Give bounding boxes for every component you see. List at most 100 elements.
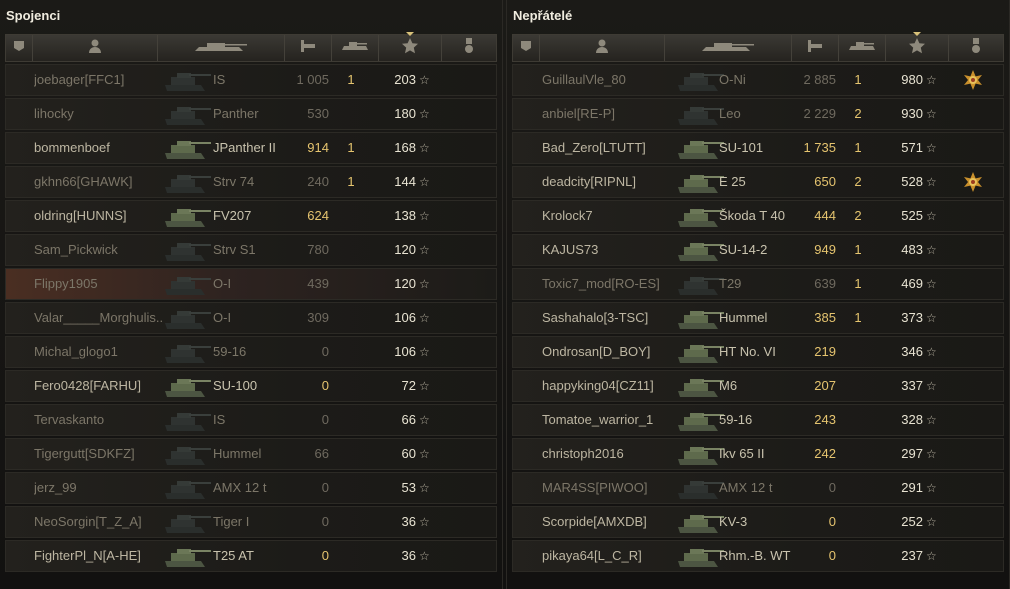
player-row[interactable]: Tervaskanto IS 0 66 ☆ xyxy=(5,404,497,436)
player-row[interactable]: Flippy1905 O-I 439 120 ☆ xyxy=(5,268,497,300)
vehicle-name: 59-16 xyxy=(213,344,247,359)
player-row[interactable]: Tigergutt[SDKFZ] Hummel 66 60 ☆ xyxy=(5,438,497,470)
enemies-title: Nepřátelé xyxy=(513,8,573,23)
player-row[interactable]: happyking04[CZ11] M6 207 337 ☆ xyxy=(512,370,1004,402)
star-icon: ☆ xyxy=(419,481,430,495)
player-row[interactable]: FighterPl_N[A-HE] T25 AT 0 36 ☆ xyxy=(5,540,497,572)
player-row[interactable]: bommenboef JPanther II 914 1 168 ☆ xyxy=(5,132,497,164)
vehicle-name: SU-101 xyxy=(719,140,764,155)
player-row[interactable]: oldring[HUNNS] FV207 624 138 ☆ xyxy=(5,200,497,232)
star-icon: ☆ xyxy=(419,141,430,155)
tank-icon xyxy=(161,271,213,297)
player-row[interactable]: NeoSorgin[T_Z_A] Tiger I 0 36 ☆ xyxy=(5,506,497,538)
damage-value: 624 xyxy=(307,208,329,223)
damage-value: 439 xyxy=(307,276,329,291)
damage-value: 242 xyxy=(814,446,836,461)
sort-damage-button[interactable] xyxy=(792,35,839,61)
vehicle-name: O-Ni xyxy=(719,72,746,87)
tank-icon xyxy=(161,101,213,127)
sort-kills-button[interactable] xyxy=(839,35,886,61)
vehicle-name: Hummel xyxy=(213,446,262,461)
player-row[interactable]: joebager[FFC1] IS 1 005 1 203 ☆ xyxy=(5,64,497,96)
sort-medal-button[interactable] xyxy=(949,35,1003,61)
damage-value: 240 xyxy=(307,174,329,189)
xp-value: 571 xyxy=(901,140,923,155)
damage-value: 650 xyxy=(814,174,836,189)
enemies-player-list: GuillaulVle_80 O-Ni 2 885 1 980 ☆ anbiel[RE-P]… xyxy=(512,64,1004,574)
star-icon: ☆ xyxy=(926,311,937,325)
player-icon xyxy=(596,39,608,58)
sort-vehicle-button[interactable] xyxy=(158,35,285,61)
medal-icon[interactable] xyxy=(963,172,983,192)
kills-icon xyxy=(341,39,369,57)
sort-player-button[interactable] xyxy=(33,35,158,61)
vehicle-name: AMX 12 t xyxy=(213,480,267,495)
player-row[interactable]: Fero0428[FARHU] SU-100 0 72 ☆ xyxy=(5,370,497,402)
star-icon: ☆ xyxy=(419,73,430,87)
player-row[interactable]: Tomatoe_warrior_1 59-16 243 328 ☆ xyxy=(512,404,1004,436)
kills-value: 1 xyxy=(347,72,355,87)
player-row[interactable]: MAR4SS[PIWOO] AMX 12 t 0 291 ☆ xyxy=(512,472,1004,504)
star-icon: ☆ xyxy=(926,481,937,495)
damage-value: 0 xyxy=(321,412,329,427)
player-row[interactable]: Sam_Pickwick Strv S1 780 120 ☆ xyxy=(5,234,497,266)
kills-value: 1 xyxy=(347,174,355,189)
star-icon: ☆ xyxy=(419,209,430,223)
sort-medal-button[interactable] xyxy=(442,35,496,61)
xp-value: 203 xyxy=(394,72,416,87)
player-row[interactable]: Michal_glogo1 59-16 0 106 ☆ xyxy=(5,336,497,368)
damage-value: 309 xyxy=(307,310,329,325)
player-row[interactable]: Krolock7 Škoda T 40 444 2 525 ☆ xyxy=(512,200,1004,232)
star-icon: ☆ xyxy=(926,515,937,529)
sort-xp-button[interactable] xyxy=(379,32,442,61)
sort-xp-button[interactable] xyxy=(886,32,949,61)
damage-value: 0 xyxy=(828,480,836,495)
player-row[interactable]: gkhn66[GHAWK] Strv 74 240 1 144 ☆ xyxy=(5,166,497,198)
player-row[interactable]: Valar_____Morghulis.. O-I 309 106 ☆ xyxy=(5,302,497,334)
tank-icon xyxy=(161,373,213,399)
sort-vehicle-button[interactable] xyxy=(665,35,792,61)
vehicle-name: IS xyxy=(213,412,226,427)
vehicle-name: E 25 xyxy=(719,174,746,189)
vehicle-name: O-I xyxy=(213,310,232,325)
tank-icon xyxy=(193,39,249,58)
xp-value: 291 xyxy=(901,480,923,495)
damage-value: 949 xyxy=(814,242,836,257)
player-row[interactable]: Toxic7_mod[RO-ES] T29 639 1 469 ☆ xyxy=(512,268,1004,300)
player-row[interactable]: Bad_Zero[LTUTT] SU-101 1 735 1 571 ☆ xyxy=(512,132,1004,164)
sort-damage-button[interactable] xyxy=(285,35,332,61)
damage-value: 0 xyxy=(828,514,836,529)
vehicle-name: Strv S1 xyxy=(213,242,256,257)
star-icon: ☆ xyxy=(926,447,937,461)
xp-value: 120 xyxy=(394,242,416,257)
sort-squad-button[interactable] xyxy=(6,35,33,61)
damage-value: 2 229 xyxy=(803,106,836,121)
kills-value: 2 xyxy=(854,208,862,223)
damage-value: 243 xyxy=(814,412,836,427)
player-row[interactable]: deadcity[RIPNL] E 25 650 2 528 ☆ xyxy=(512,166,1004,198)
star-icon: ☆ xyxy=(926,549,937,563)
battle-results-screen: Spojenci joebager[FFC1] IS 1 005 1 203 ☆ lihoc… xyxy=(0,0,1010,589)
player-row[interactable]: lihocky Panther 530 180 ☆ xyxy=(5,98,497,130)
vehicle-name: SU-14-2 xyxy=(719,242,768,257)
player-row[interactable]: GuillaulVle_80 O-Ni 2 885 1 980 ☆ xyxy=(512,64,1004,96)
vehicle-name: Ikv 65 II xyxy=(719,446,765,461)
vehicle-name: 59-16 xyxy=(719,412,753,427)
player-row[interactable]: KAJUS73 SU-14-2 949 1 483 ☆ xyxy=(512,234,1004,266)
xp-value: 297 xyxy=(901,446,923,461)
sort-player-button[interactable] xyxy=(540,35,665,61)
tank-icon xyxy=(161,135,213,161)
player-row[interactable]: pikaya64[L_C_R] Rhm.-B. WT 0 237 ☆ xyxy=(512,540,1004,572)
sort-kills-button[interactable] xyxy=(332,35,379,61)
player-row[interactable]: Scorpide[AMXDB] KV-3 0 252 ☆ xyxy=(512,506,1004,538)
player-row[interactable]: anbiel[RE-P] Leo 2 229 2 930 ☆ xyxy=(512,98,1004,130)
player-row[interactable]: christoph2016 Ikv 65 II 242 297 ☆ xyxy=(512,438,1004,470)
damage-value: 219 xyxy=(814,344,836,359)
player-row[interactable]: jerz_99 AMX 12 t 0 53 ☆ xyxy=(5,472,497,504)
allies-panel: Spojenci joebager[FFC1] IS 1 005 1 203 ☆ lihoc… xyxy=(0,0,503,589)
tank-icon xyxy=(161,407,213,433)
player-row[interactable]: Ondrosan[D_BOY] HT No. VI 219 346 ☆ xyxy=(512,336,1004,368)
player-row[interactable]: Sashahalo[3-TSC] Hummel 385 1 373 ☆ xyxy=(512,302,1004,334)
medal-icon[interactable] xyxy=(963,70,983,90)
sort-squad-button[interactable] xyxy=(513,35,540,61)
